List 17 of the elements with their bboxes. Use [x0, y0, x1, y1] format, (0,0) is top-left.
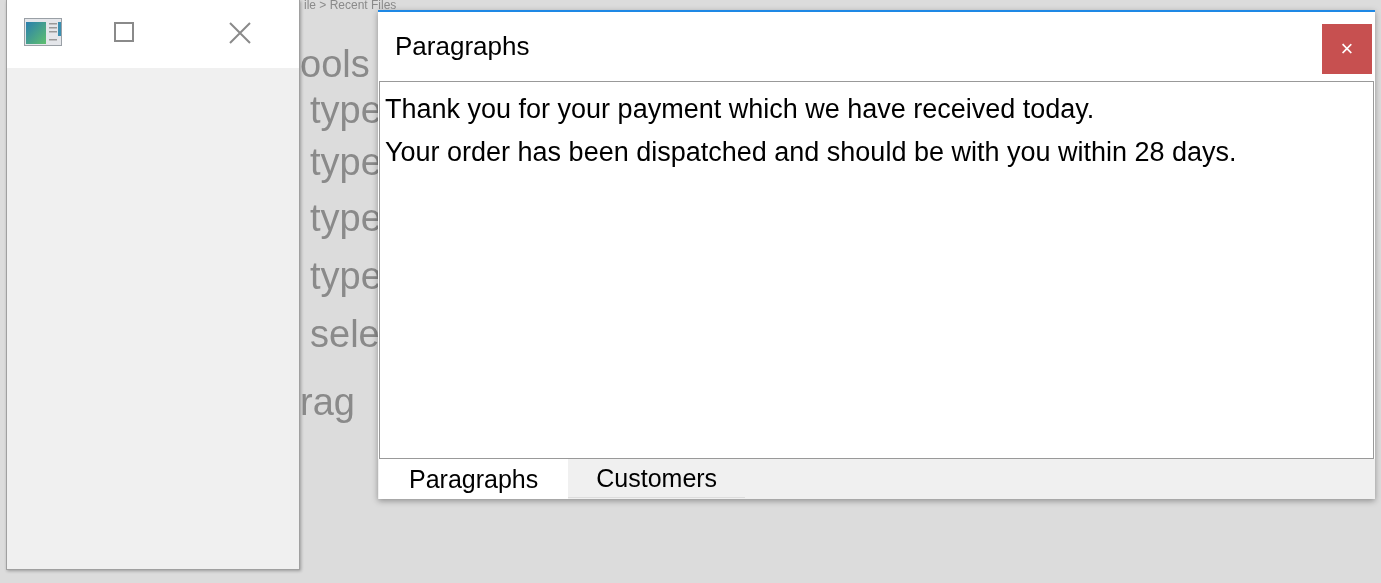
background-text: type [310, 254, 382, 298]
paragraph-text: Your order has been dispatched and should be with you within 28 days. [385, 136, 1238, 169]
paragraph-text: Thank you for your payment which we have received today. [385, 93, 1096, 126]
background-text: sele [310, 312, 380, 356]
app-icon [24, 18, 62, 46]
close-button[interactable]: × [1322, 23, 1372, 74]
background-text: ools [300, 42, 370, 86]
text-area[interactable]: Thank you for your payment which we have received today. Your order has been dispatched and should be with you within 28 days. [379, 81, 1374, 459]
background-text: type [310, 140, 382, 184]
close-icon[interactable] [229, 22, 251, 44]
maximize-icon[interactable] [114, 22, 134, 42]
background-text: rag [300, 380, 355, 424]
background-text: type [310, 196, 382, 240]
background-text: type [310, 88, 382, 132]
tab[interactable]: Paragraphs [379, 459, 569, 499]
background-text: ile > Recent Files [304, 0, 397, 10]
window-title: Paragraphs [395, 31, 530, 62]
